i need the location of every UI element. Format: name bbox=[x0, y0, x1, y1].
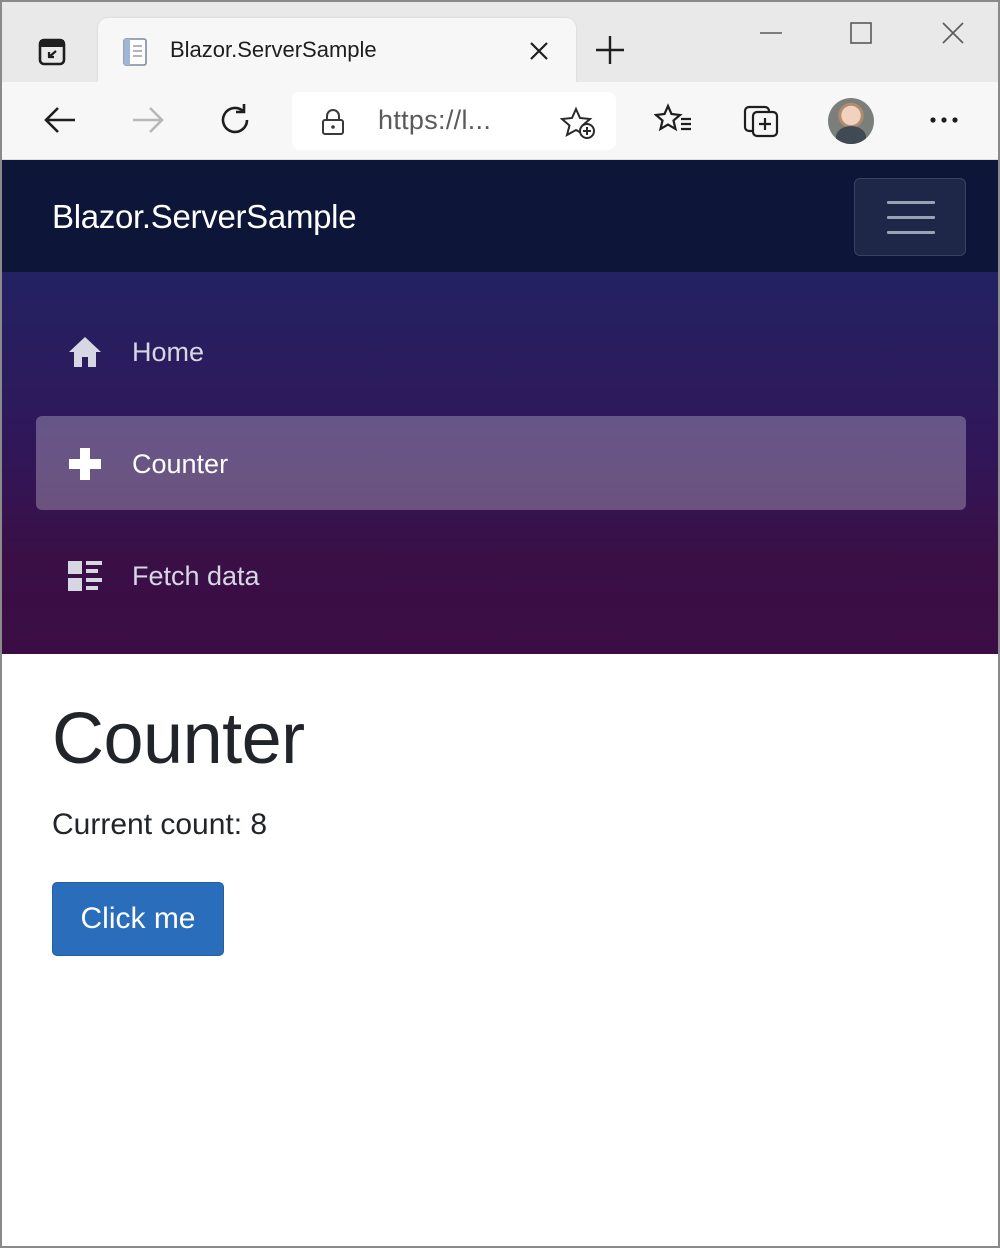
hamburger-bar bbox=[887, 201, 935, 204]
url-text: https://l... bbox=[378, 105, 492, 135]
collections-button[interactable] bbox=[740, 98, 784, 142]
app-top-bar: Blazor.ServerSample bbox=[2, 160, 998, 272]
window-close-icon[interactable] bbox=[936, 16, 970, 50]
browser-toolbar: https://l... bbox=[2, 82, 998, 160]
address-bar[interactable]: https://l... bbox=[292, 92, 616, 150]
forward-button[interactable] bbox=[126, 98, 170, 142]
profile-avatar[interactable] bbox=[828, 98, 874, 144]
list-rich-icon bbox=[66, 558, 104, 594]
minimize-icon[interactable] bbox=[754, 16, 788, 50]
lock-icon[interactable] bbox=[320, 108, 346, 136]
nav-item-fetch-data[interactable]: Fetch data bbox=[36, 528, 966, 622]
more-ellipsis-icon bbox=[930, 117, 958, 123]
nav-item-counter[interactable]: Counter bbox=[36, 416, 966, 510]
nav-label-home: Home bbox=[132, 337, 205, 367]
maximize-icon[interactable] bbox=[844, 16, 878, 50]
tab-actions-icon bbox=[38, 38, 66, 66]
browser-window: Blazor.ServerSample https://l... Blazor.… bbox=[0, 0, 1000, 1248]
nav-label-fetch-data: Fetch data bbox=[132, 561, 260, 591]
nav-item-home[interactable]: Home bbox=[36, 304, 966, 398]
tab-actions-button[interactable] bbox=[24, 26, 80, 78]
favorites-icon bbox=[654, 103, 691, 132]
click-me-button[interactable]: Click me bbox=[52, 882, 224, 956]
forward-arrow-icon bbox=[133, 107, 164, 133]
browser-tab-active[interactable]: Blazor.ServerSample bbox=[98, 18, 576, 84]
page-title: Counter bbox=[52, 699, 305, 779]
settings-more-button[interactable] bbox=[922, 98, 966, 142]
current-count-text: Current count: 8 bbox=[52, 808, 268, 841]
navbar-toggler-button[interactable] bbox=[854, 178, 966, 256]
plus-icon bbox=[66, 446, 104, 482]
tab-strip: Blazor.ServerSample bbox=[2, 2, 998, 84]
app-brand-link[interactable]: Blazor.ServerSample bbox=[52, 198, 357, 236]
back-arrow-icon bbox=[44, 107, 75, 133]
sidebar-nav-menu: Home Counter Fetch data bbox=[2, 272, 998, 654]
hamburger-bar bbox=[887, 216, 935, 219]
tab-title: Blazor.ServerSample bbox=[170, 37, 377, 62]
favorites-button[interactable] bbox=[652, 98, 696, 142]
nav-label-counter: Counter bbox=[132, 449, 229, 479]
collections-icon bbox=[743, 105, 779, 138]
hamburger-bar bbox=[887, 231, 935, 234]
new-tab-icon[interactable] bbox=[590, 30, 630, 70]
home-icon bbox=[66, 334, 104, 370]
add-favorite-icon[interactable] bbox=[560, 106, 596, 140]
tab-close-icon[interactable] bbox=[526, 38, 552, 64]
main-content: Counter Current count: 8 Click me bbox=[2, 654, 998, 1246]
page-favicon-icon bbox=[123, 38, 147, 66]
refresh-button[interactable] bbox=[213, 98, 257, 142]
back-button[interactable] bbox=[38, 98, 82, 142]
refresh-icon bbox=[221, 104, 249, 134]
